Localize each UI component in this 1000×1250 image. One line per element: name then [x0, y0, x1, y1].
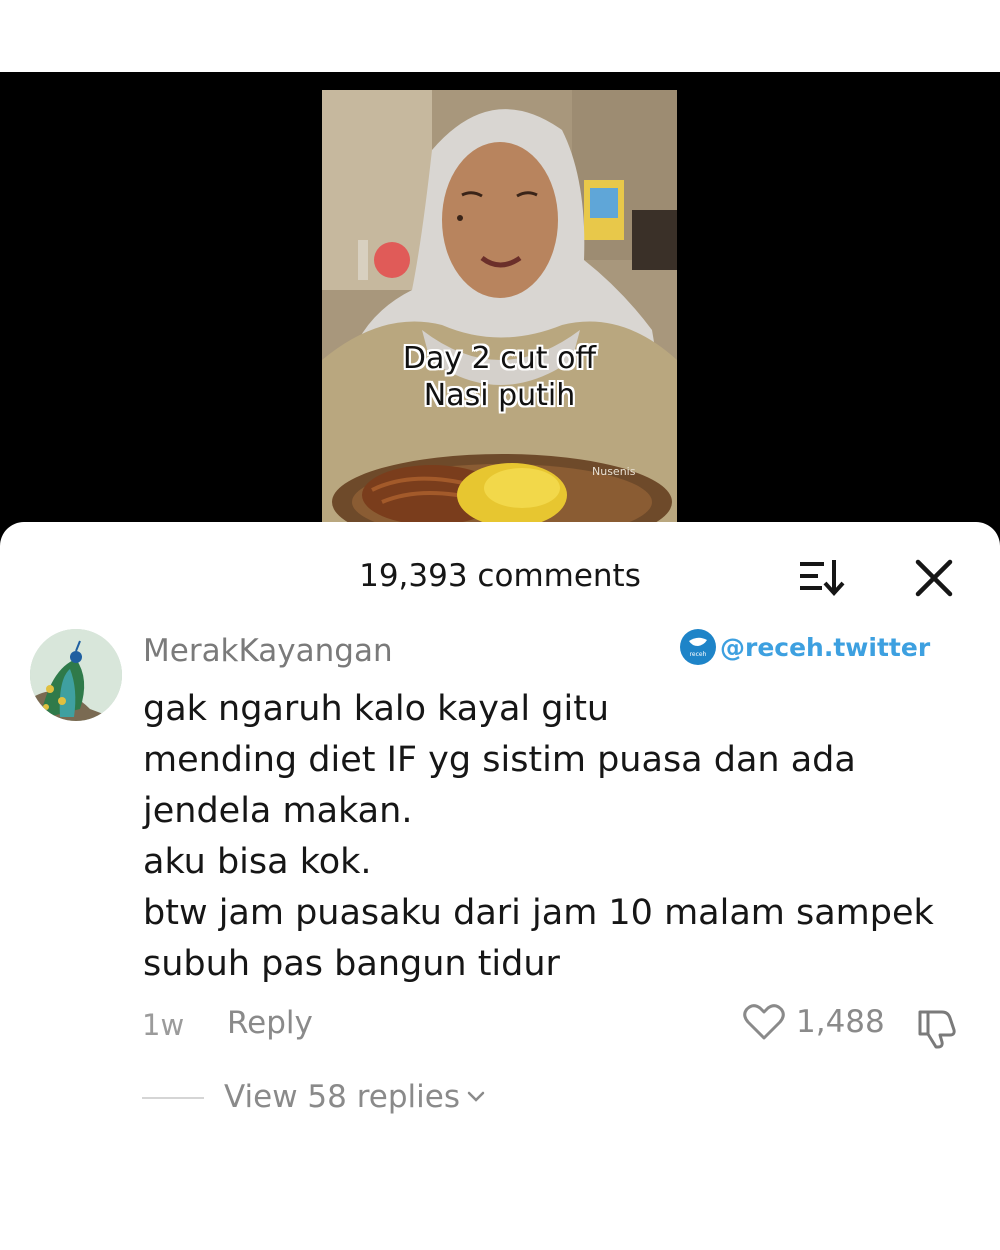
heart-icon: [743, 1004, 785, 1040]
video-thumbnail-illustration: Nusenis: [322, 90, 677, 552]
dislike-icon[interactable]: [914, 1004, 960, 1050]
view-replies-label: View 58 replies: [224, 1079, 460, 1115]
comment-line: aku bisa kok.: [143, 842, 372, 882]
comment-line: subuh pas bangun tidur: [143, 944, 560, 984]
replies-divider: [142, 1097, 204, 1099]
view-replies-button[interactable]: View 58 replies: [224, 1079, 486, 1115]
watermark-handle: @receh.twitter: [720, 632, 931, 662]
chevron-down-icon: [467, 1091, 485, 1102]
video-player[interactable]: Nusenis Day 2 cut off Nasi putih: [0, 72, 1000, 552]
top-margin: [0, 0, 1000, 72]
like-count: 1,488: [796, 1004, 885, 1040]
comment-line: jendela makan.: [143, 791, 413, 831]
plate-text: Nusenis: [592, 465, 636, 478]
comment-timestamp: 1w: [142, 1008, 185, 1042]
comments-count-title: 19,393 comments: [359, 558, 641, 594]
caption-line-2: Nasi putih: [423, 378, 576, 413]
reply-button[interactable]: Reply: [227, 1005, 313, 1041]
peacock-avatar-icon: [30, 629, 122, 721]
comment-line: gak ngaruh kalo kayal gitu: [143, 689, 610, 729]
video-caption: Day 2 cut off Nasi putih: [322, 340, 677, 414]
caption-line-1: Day 2 cut off: [402, 341, 597, 376]
comment-line: mending diet IF yg sistim puasa dan ada: [143, 740, 856, 780]
sort-descending-icon[interactable]: [798, 556, 846, 596]
comment-username[interactable]: MerakKayangan: [143, 633, 393, 669]
comment-line: btw jam puasaku dari jam 10 malam sampek: [143, 893, 934, 933]
like-button[interactable]: 1,488: [742, 1002, 885, 1042]
video-frame[interactable]: Nusenis Day 2 cut off Nasi putih: [322, 90, 677, 552]
svg-text:receh: receh: [690, 651, 707, 658]
comment-body: gak ngaruh kalo kayal gitu mending diet …: [143, 684, 973, 990]
receh-twitter-logo-icon: receh: [680, 629, 716, 665]
close-icon[interactable]: [912, 556, 956, 600]
avatar[interactable]: [30, 629, 122, 721]
watermark: receh @receh.twitter: [680, 627, 930, 667]
comments-sheet: 19,393 comments MerakKayangan receh @rec…: [0, 522, 1000, 1250]
